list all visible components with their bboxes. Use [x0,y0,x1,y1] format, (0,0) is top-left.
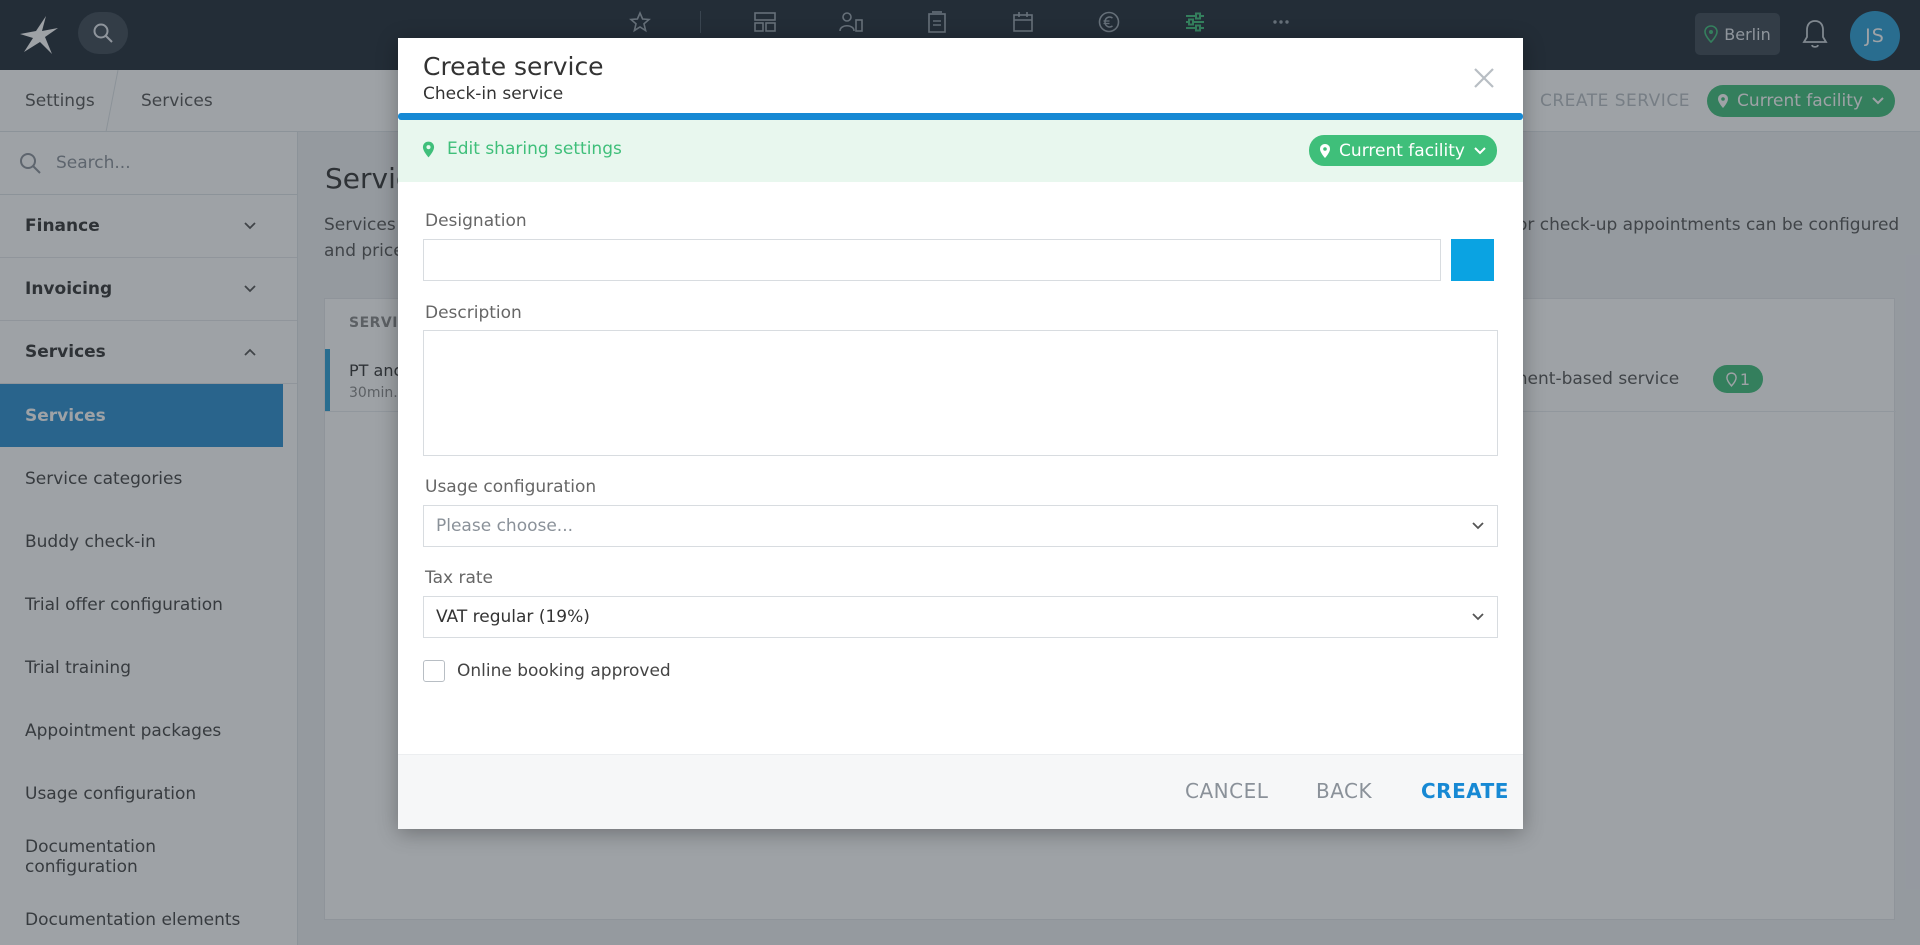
online-booking-label[interactable]: Online booking approved [457,661,671,681]
location-pin-icon [422,141,435,157]
usage-configuration-placeholder: Please choose... [436,516,574,536]
create-button[interactable]: CREATE [1421,779,1509,803]
chevron-down-icon [1472,613,1484,621]
cancel-button[interactable]: CANCEL [1185,779,1268,803]
tax-rate-label: Tax rate [425,568,493,588]
tax-rate-select[interactable]: VAT regular (19%) [423,596,1498,638]
chevron-down-icon [1472,522,1484,530]
usage-configuration-select[interactable]: Please choose... [423,505,1498,547]
step-progress-bar [398,113,1523,120]
usage-configuration-label: Usage configuration [425,477,597,497]
tax-rate-value: VAT regular (19%) [436,607,590,627]
sharing-settings-bar: Edit sharing settings Current facility [398,120,1523,182]
edit-sharing-settings-label: Edit sharing settings [447,139,622,159]
edit-sharing-settings-link[interactable]: Edit sharing settings [422,139,622,159]
online-booking-checkbox[interactable] [423,660,445,682]
online-booking-row: Online booking approved [423,660,671,682]
chevron-down-icon [1474,146,1486,154]
location-pin-icon [1320,143,1331,158]
designation-label: Designation [425,211,527,231]
create-service-dialog: Create service Check-in service Edit sha… [398,38,1523,829]
description-label: Description [425,303,522,323]
dialog-facility-button[interactable]: Current facility [1309,135,1497,166]
dialog-subtitle: Check-in service [423,84,564,104]
back-button[interactable]: BACK [1316,779,1372,803]
description-textarea[interactable] [423,330,1498,456]
close-icon[interactable] [1470,64,1498,92]
dialog-title: Create service [423,52,604,81]
designation-input[interactable] [423,239,1441,281]
dialog-footer: CANCEL BACK CREATE [398,754,1523,829]
color-picker-swatch[interactable] [1451,239,1494,281]
dialog-facility-label: Current facility [1339,140,1465,161]
